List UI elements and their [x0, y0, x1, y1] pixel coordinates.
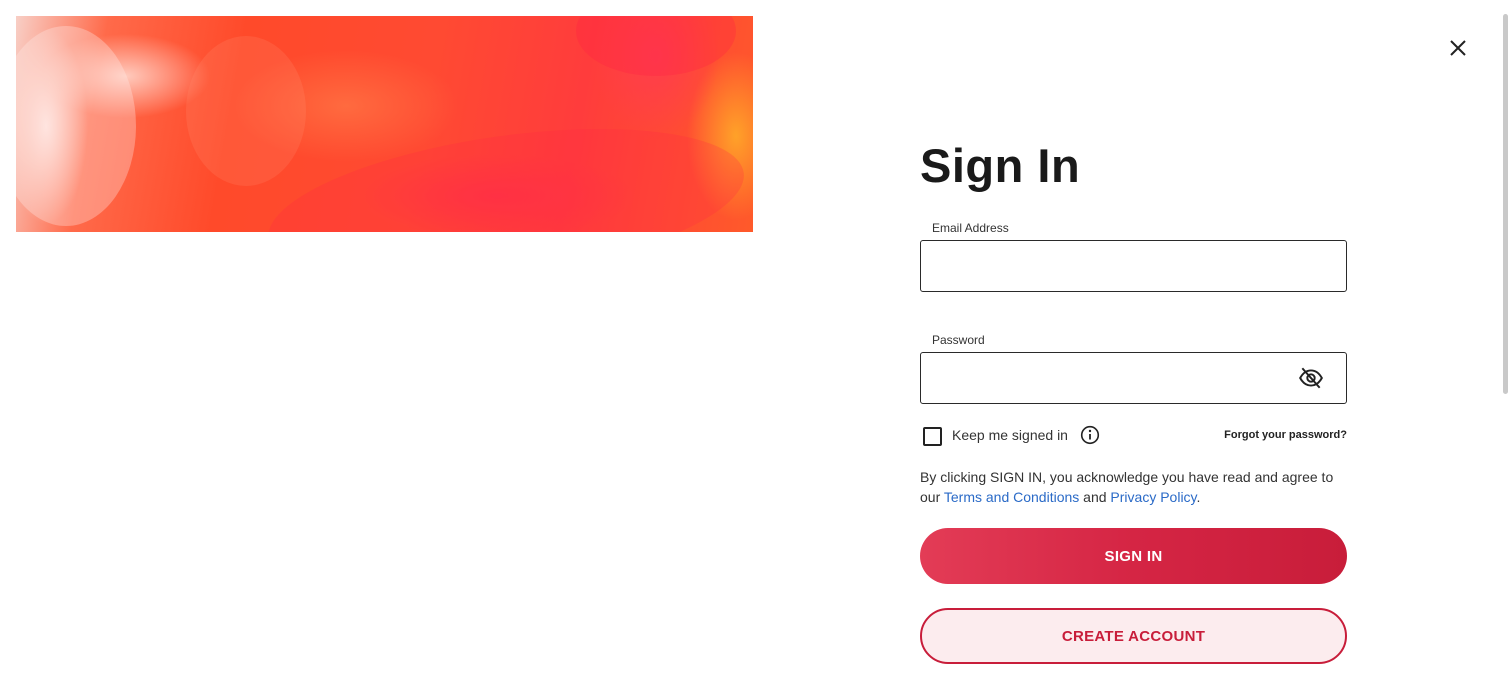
password-field-container: [920, 352, 1347, 404]
create-account-button[interactable]: CREATE ACCOUNT: [920, 608, 1347, 664]
password-field[interactable]: [933, 353, 1297, 403]
email-field-container: [920, 240, 1347, 292]
email-field[interactable]: [933, 241, 1297, 291]
password-label: Password: [932, 333, 985, 347]
eye-slash-icon[interactable]: [1298, 365, 1324, 391]
page-title: Sign In: [920, 139, 1081, 192]
email-label: Email Address: [932, 221, 1009, 235]
legal-and: and: [1079, 489, 1111, 505]
close-icon: [1450, 40, 1466, 56]
privacy-link[interactable]: Privacy Policy: [1110, 489, 1196, 505]
legal-notice: By clicking SIGN IN, you acknowledge you…: [920, 467, 1347, 507]
scrollbar[interactable]: [1503, 14, 1508, 394]
legal-suffix: .: [1196, 489, 1201, 505]
close-button[interactable]: [1444, 34, 1472, 62]
keep-signed-in-checkbox[interactable]: [923, 427, 942, 446]
info-icon[interactable]: [1080, 425, 1100, 445]
terms-link[interactable]: Terms and Conditions: [944, 489, 1079, 505]
remember-row: Keep me signed in Forgot your password?: [920, 424, 1347, 448]
hero-image: [16, 16, 753, 232]
sign-in-button[interactable]: SIGN IN: [920, 528, 1347, 584]
forgot-password-link[interactable]: Forgot your password?: [1224, 429, 1347, 441]
keep-signed-in-label: Keep me signed in: [952, 427, 1068, 443]
